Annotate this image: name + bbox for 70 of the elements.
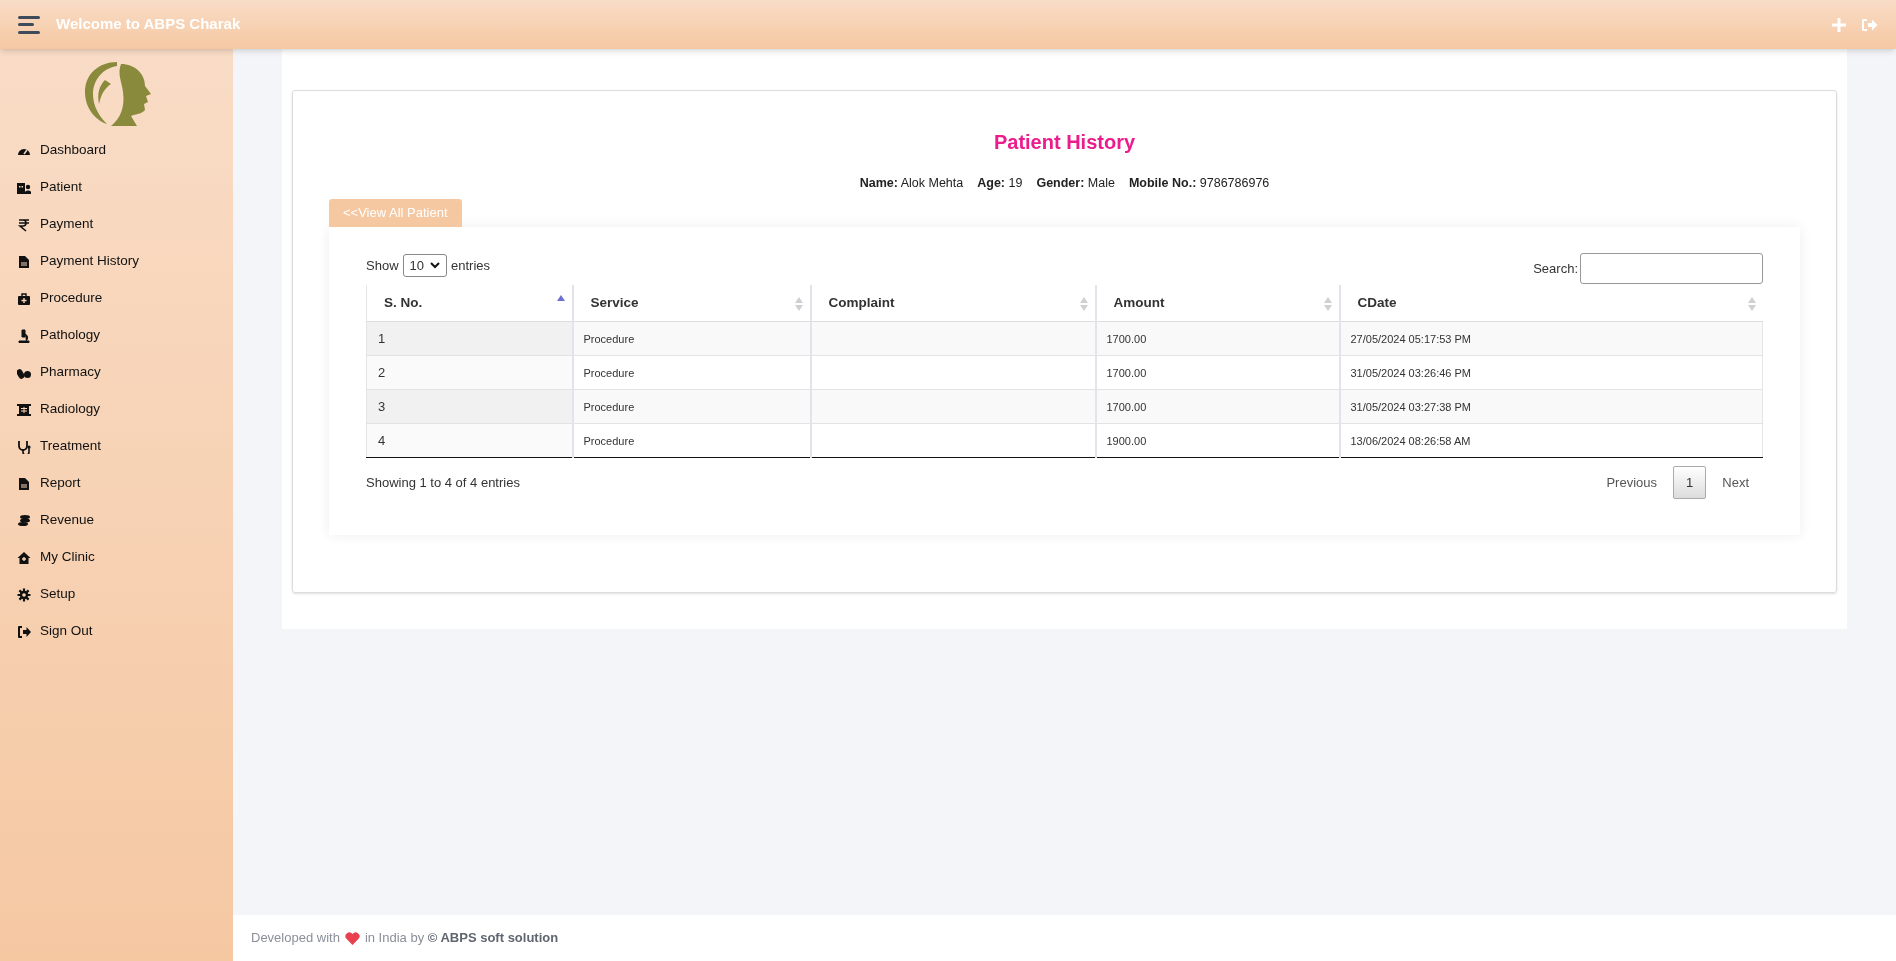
- house-icon: [17, 550, 31, 565]
- sign-out-icon: [17, 624, 31, 639]
- search-field[interactable]: [1580, 252, 1763, 284]
- menu-icon[interactable]: [18, 15, 40, 34]
- patient-info-text: Gender: Male: [1036, 175, 1115, 192]
- table-cell: 1700.00: [1106, 366, 1147, 379]
- medkit-icon: [17, 291, 31, 306]
- table-cell: 31/05/2024 03:26:46 PM: [1350, 366, 1471, 379]
- table-cell: Procedure: [583, 332, 635, 345]
- sidebar-item[interactable]: Revenue: [0, 502, 233, 539]
- plus-icon[interactable]: [1831, 16, 1847, 33]
- sidebar-item[interactable]: Procedure: [0, 280, 233, 317]
- sidebar-item[interactable]: Setup: [0, 576, 233, 613]
- sidebar-item[interactable]: Radiology: [0, 391, 233, 428]
- table-cell: 1700.00: [1106, 400, 1147, 413]
- hospital-user-icon: [17, 180, 31, 195]
- sort-arrows-icon: [1079, 296, 1088, 311]
- sidebar-item[interactable]: Report: [0, 465, 233, 502]
- table-cell: Procedure: [583, 366, 635, 379]
- footer-credit-text: in India by © ABPS soft solution: [364, 929, 559, 948]
- search-label: Search:: [1533, 259, 1578, 278]
- footer-text: Developed with: [251, 929, 340, 948]
- sidebar-item[interactable]: My Clinic: [0, 539, 233, 576]
- table-cell: 1700.00: [1106, 332, 1147, 345]
- settings-icon: [17, 587, 31, 602]
- sidebar-item[interactable]: Treatment: [0, 428, 233, 465]
- stethoscope-icon: [17, 439, 31, 454]
- table-info-text: Showing 1 to 4 of 4 entries: [366, 474, 520, 492]
- patient-info-text: Name: Alok Mehta: [859, 175, 964, 192]
- table-cell: 27/05/2024 05:17:53 PM: [1350, 332, 1471, 345]
- sidebar-item[interactable]: Dashboard: [0, 132, 233, 169]
- table-cell: Procedure: [583, 434, 635, 447]
- sidebar-item[interactable]: Payment History: [0, 243, 233, 280]
- pagination-button[interactable]: 1: [1673, 466, 1707, 500]
- page-title: Patient History: [992, 130, 1137, 155]
- pagination-button[interactable]: Previous: [1592, 466, 1672, 500]
- table-cell: 3: [378, 399, 386, 414]
- table-cell: 31/05/2024 03:27:38 PM: [1350, 400, 1471, 413]
- patient-info-text: Age: 19: [977, 175, 1023, 192]
- patient-info-text: Mobile No.: 9786786976: [1128, 175, 1270, 192]
- x-ray-icon: [17, 402, 31, 417]
- table-cell: 1900.00: [1106, 434, 1147, 447]
- sidebar-item[interactable]: Patient: [0, 169, 233, 206]
- table-cell: 13/06/2024 08:26:58 AM: [1350, 434, 1471, 447]
- column-header[interactable]: CDate: [1339, 284, 1763, 322]
- table-cell: 4: [378, 433, 386, 448]
- document-icon: [17, 476, 31, 491]
- document-icon: [17, 254, 31, 269]
- pagination-button[interactable]: Next: [1708, 466, 1763, 500]
- sort-arrows-icon: [1747, 296, 1756, 311]
- sidebar-item[interactable]: Pathology: [0, 317, 233, 354]
- table-cell: 2: [378, 365, 386, 380]
- sidebar-item[interactable]: Sign Out: [0, 613, 233, 650]
- show-label: Show: [366, 256, 399, 275]
- microscope-icon: [17, 328, 31, 343]
- chevron-down-icon: [430, 261, 440, 269]
- coins-icon: [17, 513, 31, 528]
- app-title: Welcome to ABPS Charak: [56, 14, 241, 35]
- table-cell: Procedure: [583, 400, 635, 413]
- heart-icon: [344, 931, 360, 945]
- sign-out-icon[interactable]: [1861, 17, 1878, 32]
- entries-label: entries: [451, 256, 491, 275]
- sidebar-item[interactable]: Payment: [0, 206, 233, 243]
- sidebar-item[interactable]: Pharmacy: [0, 354, 233, 391]
- sort-arrows-icon: [1323, 296, 1332, 311]
- sort-ascending-icon: [556, 294, 565, 301]
- page-size-select[interactable]: 10: [402, 253, 447, 277]
- rupee-icon: [17, 217, 31, 232]
- table-cell: 1: [378, 331, 386, 346]
- sort-arrows-icon: [794, 296, 803, 311]
